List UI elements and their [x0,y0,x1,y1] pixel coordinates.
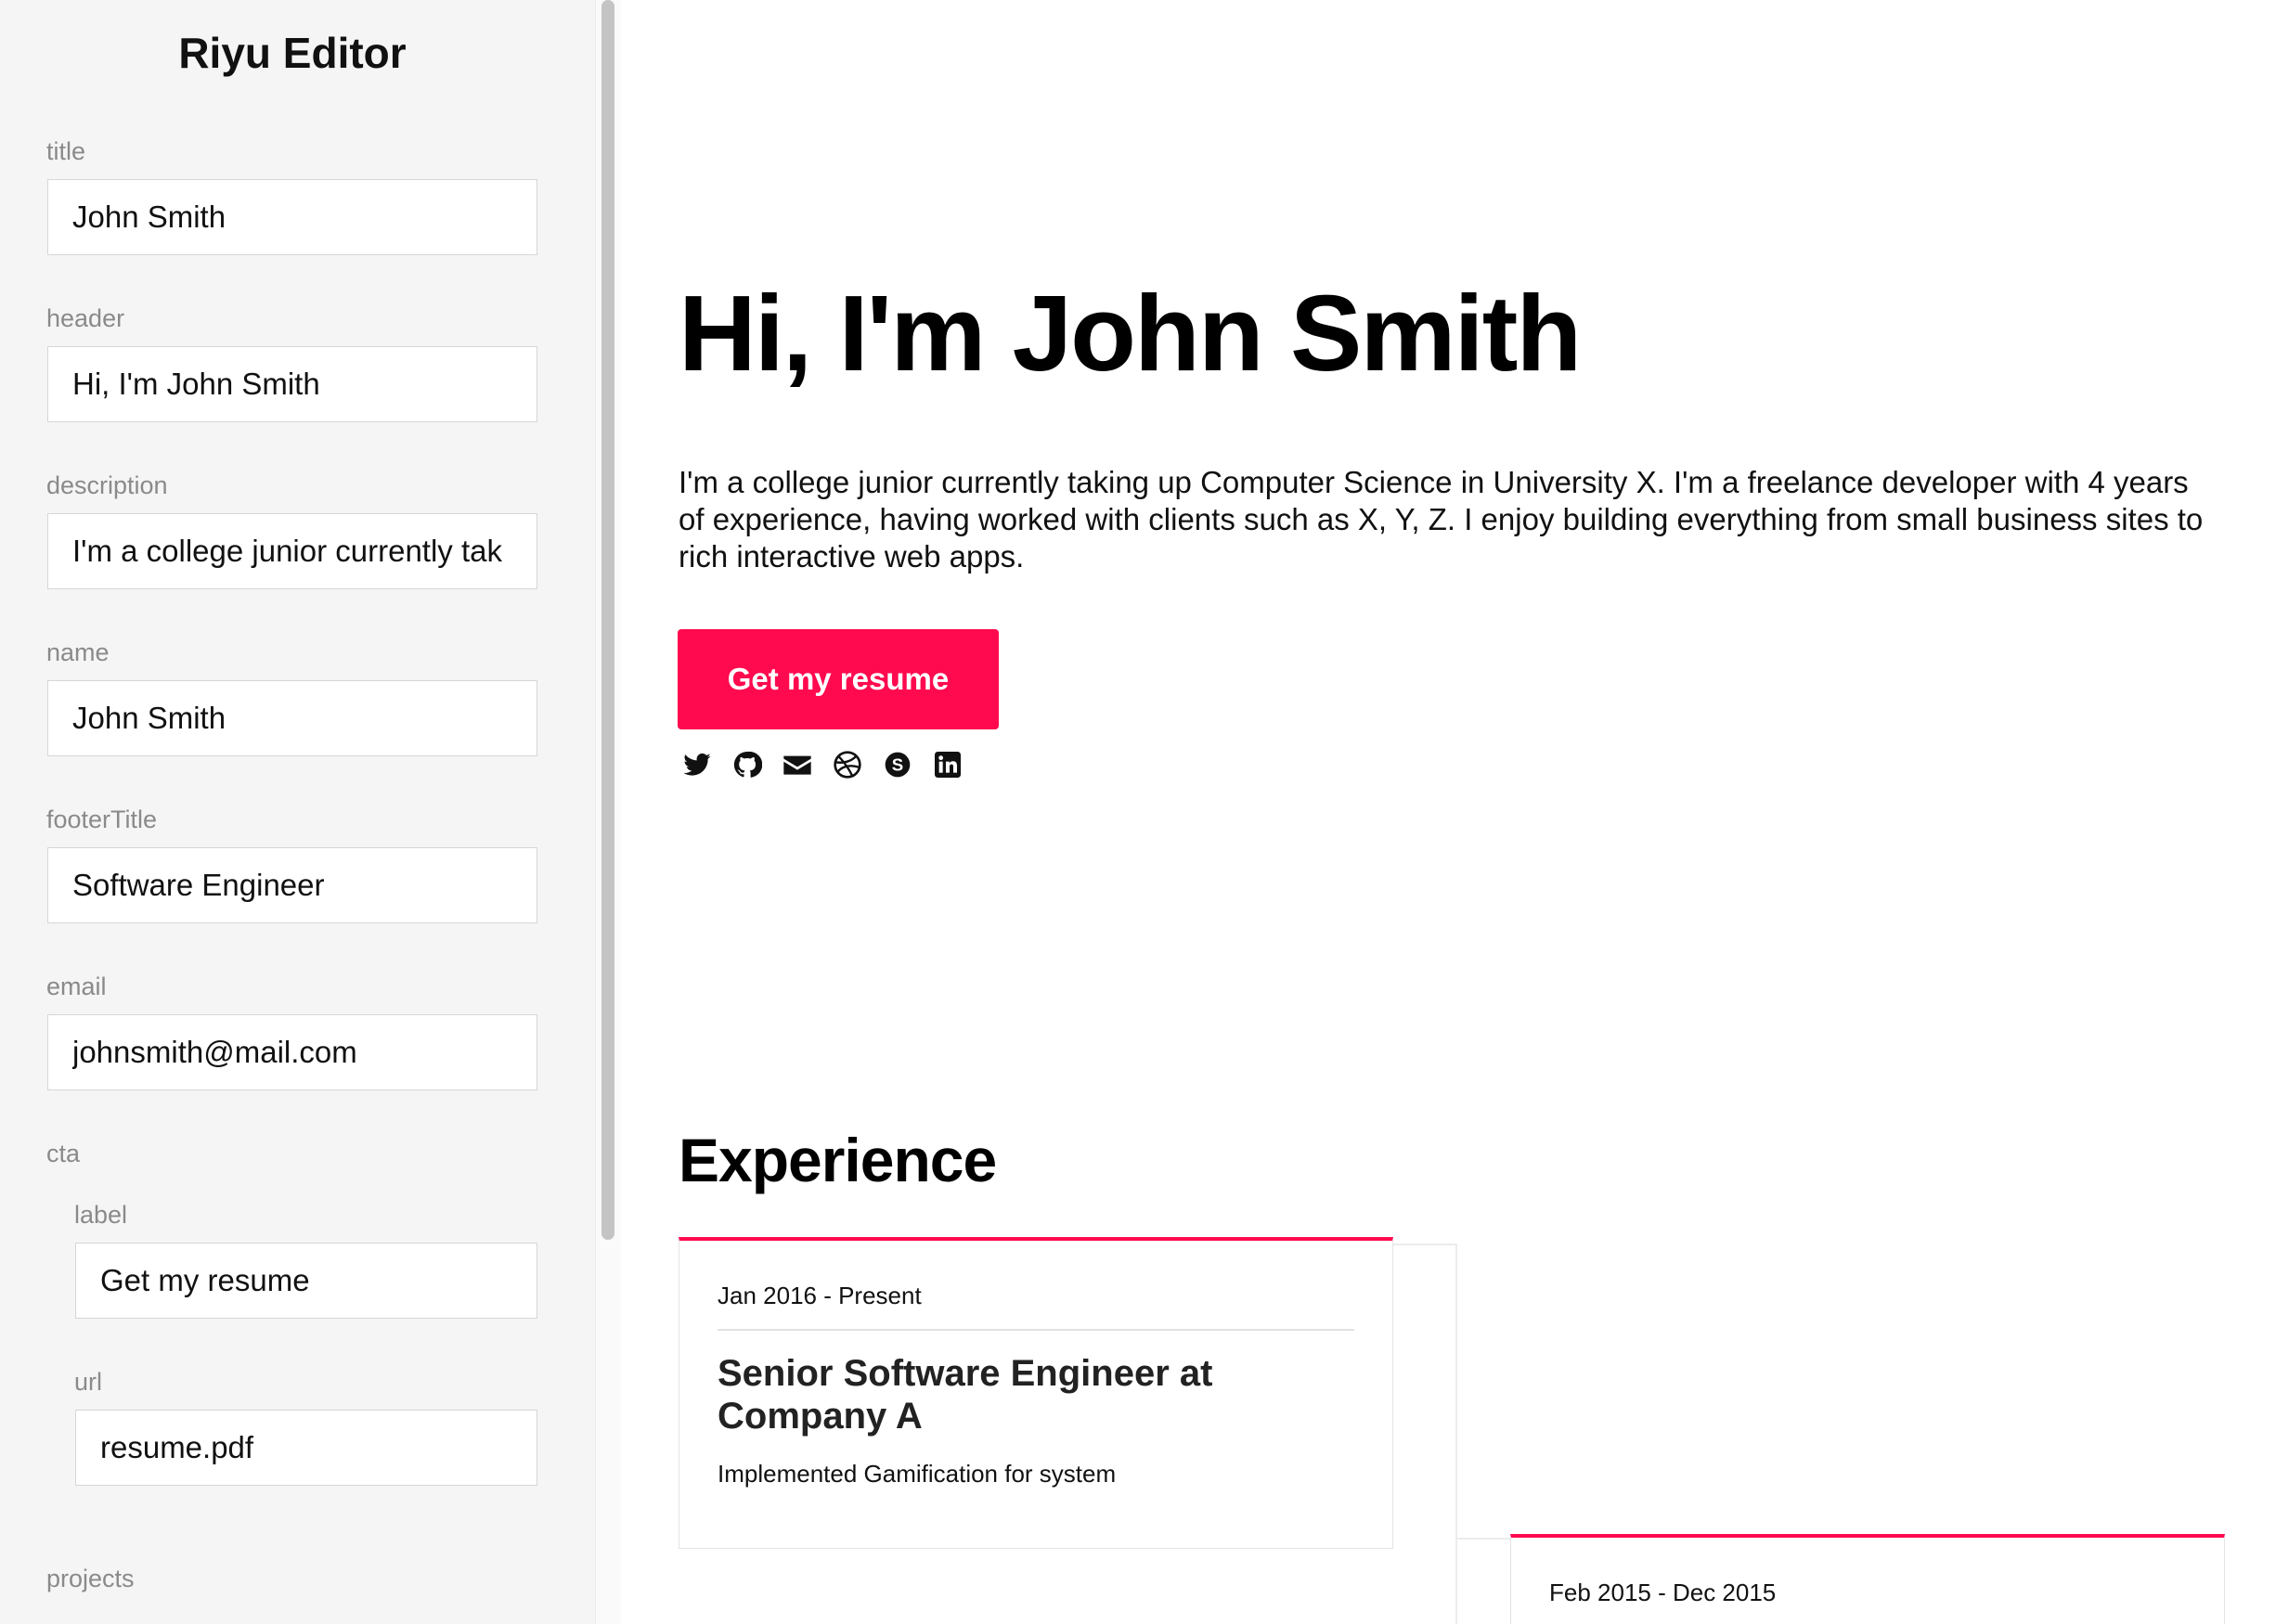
cta-url-field-label: url [74,1368,103,1396]
experience-card: Jan 2016 - Present Senior Software Engin… [679,1237,1393,1549]
email-input[interactable] [47,1014,537,1090]
experience-description: Implemented Gamification for system [718,1460,1117,1488]
name-input[interactable] [47,680,537,756]
email-field-label: email [46,973,107,1000]
name-field-label: name [46,638,110,666]
cta-label-input[interactable] [75,1243,537,1319]
cta-label-field-label: label [74,1201,128,1229]
title-field-label: title [46,137,86,165]
experience-date: Feb 2015 - Dec 2015 [1549,1579,1777,1606]
experience-date: Jan 2016 - Present [718,1282,922,1309]
resume-preview: Hi, I'm John Smith I'm a college junior … [621,0,2289,1624]
timeline-divider [1455,1244,1457,1624]
hero-description: I'm a college junior currently taking up… [679,465,2204,574]
twitter-icon[interactable] [682,750,712,780]
svg-text:S: S [892,755,903,775]
footer-title-input[interactable] [47,847,537,923]
experience-section-title: Experience [679,1126,997,1194]
social-links: S [682,750,963,780]
sidebar-scrollbar-thumb[interactable] [601,0,614,1240]
cta-group-label: cta [46,1140,81,1167]
editor-sidebar: Riyu Editor title header description nam… [0,0,595,1624]
description-field-label: description [46,471,168,499]
cta-url-input[interactable] [75,1410,537,1486]
timeline-connector [1393,1244,1456,1245]
get-resume-button[interactable]: Get my resume [678,629,999,729]
experience-title: Senior Software Engineer at Company A [718,1353,1213,1437]
linkedin-icon[interactable] [933,750,963,780]
title-input[interactable] [47,179,537,255]
hero-header: Hi, I'm John Smith [679,273,1582,393]
description-input[interactable] [47,513,537,589]
footer-title-field-label: footerTitle [46,806,158,833]
email-icon[interactable] [782,750,812,780]
skype-icon[interactable]: S [883,750,912,780]
experience-card: Feb 2015 - Dec 2015 [1510,1534,2225,1624]
projects-group-label: projects [46,1565,135,1592]
editor-title: Riyu Editor [178,29,407,77]
dribbble-icon[interactable] [833,750,862,780]
header-field-label: header [46,304,125,332]
card-divider [718,1329,1354,1331]
header-input[interactable] [47,346,537,422]
github-icon[interactable] [732,750,762,780]
